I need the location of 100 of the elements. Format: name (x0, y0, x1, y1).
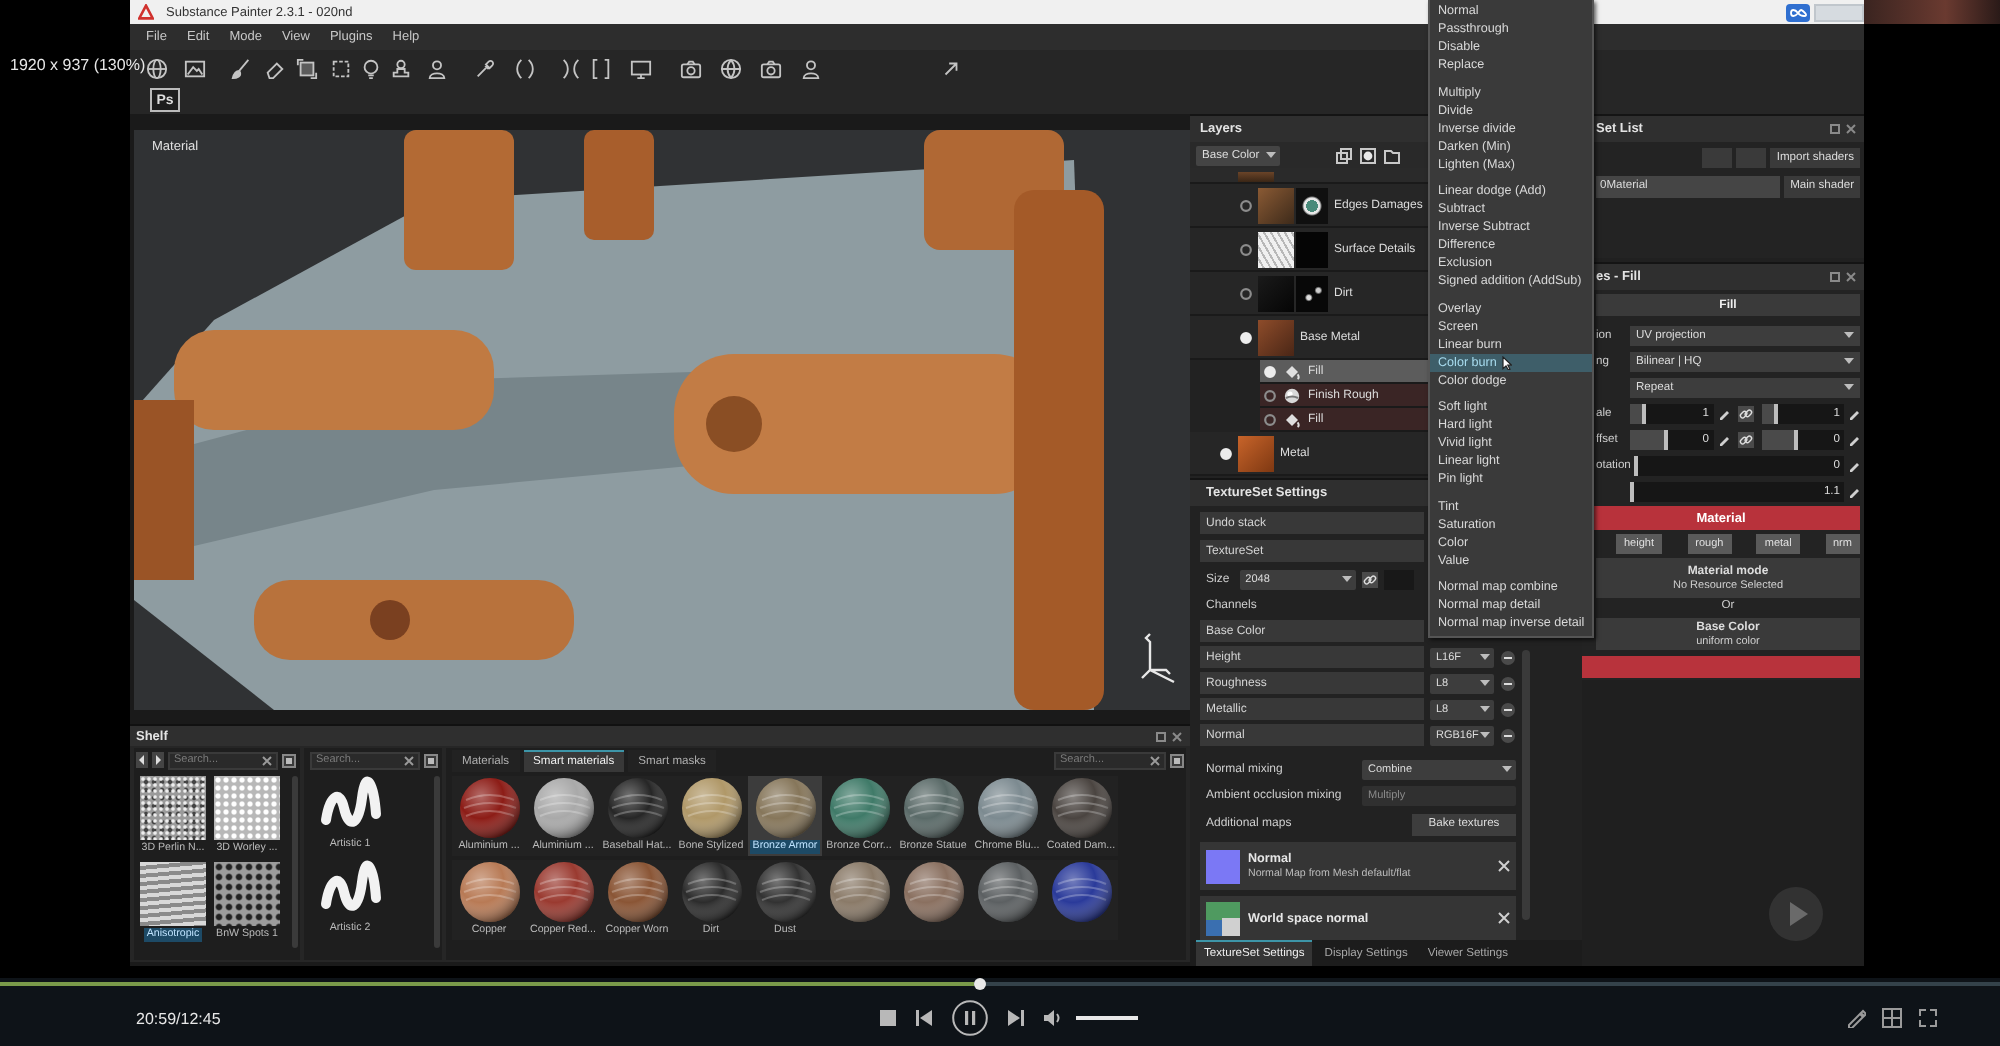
texture-thumbnail[interactable] (140, 776, 206, 840)
material-tile[interactable] (1044, 860, 1118, 940)
pencil-icon[interactable] (1717, 407, 1729, 419)
link-icon[interactable] (1737, 405, 1753, 421)
grid-icon[interactable] (1882, 1008, 1902, 1028)
material-sphere-thumbnail[interactable] (533, 862, 593, 922)
minus-icon[interactable] (1500, 727, 1516, 743)
progress-handle[interactable] (974, 978, 987, 990)
link-icon[interactable] (1737, 431, 1753, 447)
person-icon[interactable] (425, 57, 447, 79)
pencil-icon[interactable] (1848, 407, 1860, 419)
material-sphere-thumbnail[interactable] (829, 778, 889, 838)
material-sphere-thumbnail[interactable] (755, 778, 815, 838)
color-swatch[interactable] (1582, 656, 1860, 678)
material-sphere-thumbnail[interactable] (459, 778, 519, 838)
material-sphere-thumbnail[interactable] (977, 778, 1037, 838)
close-icon[interactable] (1846, 124, 1856, 134)
camera-icon[interactable] (679, 57, 701, 79)
dot-icon[interactable] (1240, 331, 1252, 343)
float-icon[interactable] (1830, 124, 1840, 134)
progress-track[interactable] (0, 978, 2000, 990)
previous-icon[interactable] (916, 1010, 932, 1026)
minus-icon[interactable] (1500, 675, 1516, 691)
material-sphere-thumbnail[interactable] (829, 862, 889, 922)
material-sphere-thumbnail[interactable] (977, 862, 1037, 922)
minus-icon[interactable] (1500, 701, 1516, 717)
play-icon[interactable] (1768, 886, 1824, 942)
grid-view-icon[interactable] (1170, 753, 1184, 767)
next-icon[interactable] (1008, 1010, 1024, 1026)
texture-thumbnail[interactable] (214, 776, 280, 840)
material-sphere-thumbnail[interactable] (755, 862, 815, 922)
pencil-icon[interactable] (1846, 1008, 1866, 1028)
material-sphere-thumbnail[interactable] (533, 778, 593, 838)
material-sphere-thumbnail[interactable] (903, 862, 963, 922)
parentheses-icon[interactable] (513, 57, 535, 79)
float-icon[interactable] (1830, 272, 1840, 282)
material-sphere-thumbnail[interactable] (1051, 862, 1111, 922)
globe-icon[interactable] (719, 57, 741, 79)
close-icon[interactable] (1172, 731, 1182, 741)
disc-icon[interactable] (1360, 147, 1376, 163)
stamp-icon[interactable] (389, 57, 411, 79)
ring-icon[interactable] (1240, 199, 1252, 211)
material-sphere-thumbnail[interactable] (903, 778, 963, 838)
monitor-icon[interactable] (629, 57, 651, 79)
loop-icon[interactable] (1786, 3, 1810, 21)
grid-view-icon[interactable] (282, 753, 296, 767)
material-sphere-thumbnail[interactable] (459, 862, 519, 922)
arrow-left-icon[interactable] (136, 752, 148, 768)
texture-thumbnail[interactable] (140, 862, 206, 926)
folder-icon[interactable] (1384, 147, 1400, 163)
bucket-icon (1284, 411, 1300, 427)
map-thumbnail (1206, 849, 1240, 883)
arrow-right-icon[interactable] (152, 752, 164, 768)
ring-icon[interactable] (1264, 389, 1276, 401)
dot-icon[interactable] (1264, 365, 1276, 377)
pause-icon[interactable] (952, 1000, 988, 1036)
minus-icon[interactable] (1500, 649, 1516, 665)
close-icon[interactable] (1498, 912, 1510, 924)
layer-thumbnail (1258, 319, 1294, 355)
pencil-icon[interactable] (1848, 433, 1860, 445)
clear-icon[interactable] (404, 755, 414, 765)
material-sphere-thumbnail[interactable] (607, 862, 667, 922)
caret-icon (1265, 152, 1276, 158)
close-icon[interactable] (1846, 272, 1856, 282)
brush-icon[interactable] (229, 57, 251, 79)
brackets-icon[interactable] (589, 57, 611, 79)
volume-icon[interactable] (1044, 1010, 1062, 1026)
picture-icon[interactable] (183, 57, 205, 79)
material-sphere-thumbnail[interactable] (681, 778, 741, 838)
square-icon[interactable] (295, 57, 317, 79)
material-sphere-thumbnail[interactable] (607, 778, 667, 838)
ring-icon[interactable] (1264, 413, 1276, 425)
link-icon[interactable] (1361, 571, 1378, 587)
close-icon[interactable] (1498, 860, 1510, 872)
material-sphere-thumbnail[interactable] (681, 862, 741, 922)
float-icon[interactable] (1156, 731, 1166, 741)
frame-icon[interactable] (329, 57, 351, 79)
dot-icon[interactable] (1220, 447, 1232, 459)
texture-thumbnail[interactable] (214, 862, 280, 926)
person-icon[interactable] (799, 57, 821, 79)
caret-icon (1341, 576, 1352, 582)
pencil-icon[interactable] (1717, 433, 1729, 445)
parentheses-icon[interactable] (559, 57, 581, 79)
globe-icon[interactable] (145, 57, 167, 79)
ring-icon[interactable] (1240, 243, 1252, 255)
expand-icon[interactable] (939, 57, 961, 79)
pencil-icon[interactable] (1848, 485, 1860, 497)
ring-icon[interactable] (1240, 287, 1252, 299)
bulb-icon[interactable] (359, 57, 381, 79)
stack-icon[interactable] (1336, 147, 1352, 163)
fullscreen-icon[interactable] (1918, 1008, 1938, 1028)
pencil-icon[interactable] (1848, 459, 1860, 471)
clear-icon[interactable] (262, 755, 272, 765)
camera-icon[interactable] (759, 57, 781, 79)
clear-icon[interactable] (1150, 755, 1160, 765)
material-sphere-thumbnail[interactable] (1051, 778, 1111, 838)
caret-icon (1502, 766, 1512, 772)
eraser-icon[interactable] (263, 57, 285, 79)
grid-view-icon[interactable] (424, 753, 438, 767)
pipette-icon[interactable] (473, 57, 495, 79)
